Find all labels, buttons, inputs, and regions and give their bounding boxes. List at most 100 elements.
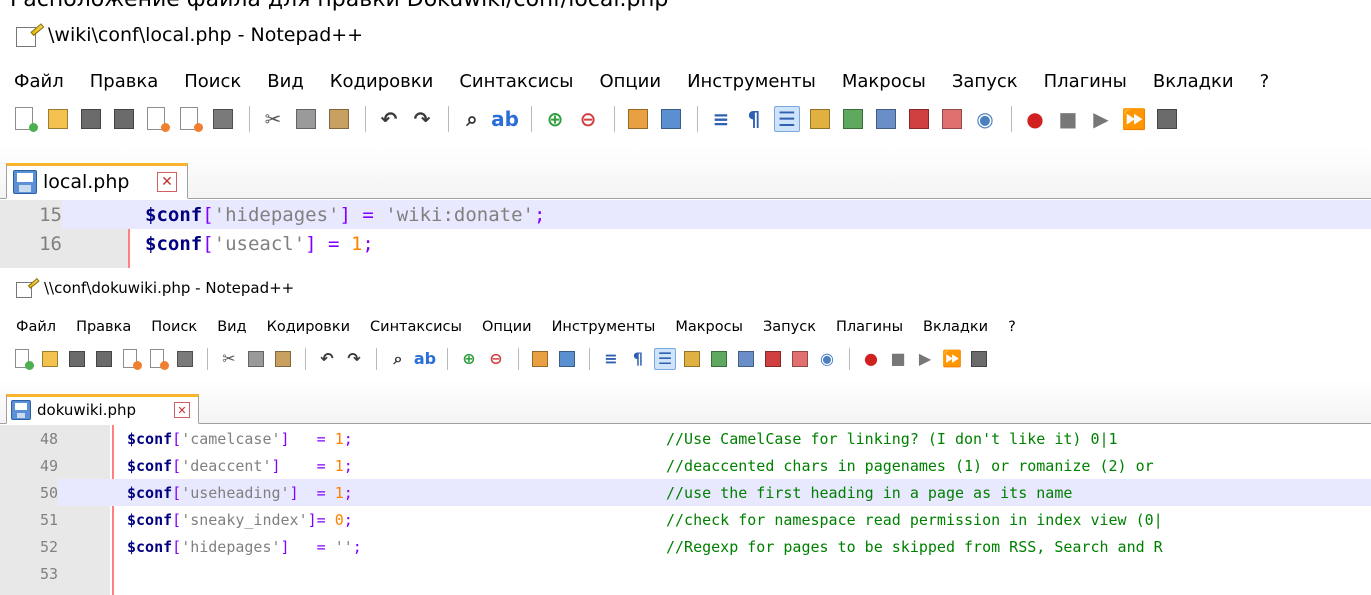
menu-item-3[interactable]: Вид: [267, 71, 330, 92]
print-icon[interactable]: [210, 106, 236, 132]
open-file-icon[interactable]: [39, 348, 61, 370]
indent-guide-icon[interactable]: ☰: [654, 348, 676, 370]
cut-icon[interactable]: ✂: [260, 106, 286, 132]
folder-as-workspace-icon[interactable]: [906, 106, 932, 132]
replace-icon[interactable]: ab: [491, 106, 519, 132]
save-icon[interactable]: [66, 348, 88, 370]
monitoring-icon[interactable]: ◉: [972, 106, 998, 132]
tab-dokuwiki-php[interactable]: dokuwiki.php ✕: [6, 394, 199, 424]
code-line[interactable]: 50 $conf['useheading'] = 1; //use the firs…: [0, 479, 1371, 506]
menu-item-9[interactable]: Запуск: [952, 71, 1044, 92]
function-list-icon[interactable]: [735, 348, 757, 370]
find-icon[interactable]: ⌕: [387, 348, 409, 370]
sync-horizontal-icon[interactable]: [556, 348, 578, 370]
menu-item-7[interactable]: Инструменты: [552, 319, 676, 335]
show-all-chars-icon[interactable]: ¶: [627, 348, 649, 370]
tab-local-php[interactable]: local.php ✕: [6, 163, 188, 199]
menu-item-1[interactable]: Правка: [76, 319, 151, 335]
code-line[interactable]: 48 $conf['camelcase'] = 1; //Use CamelCase…: [0, 425, 1371, 452]
menu-item-7[interactable]: Инструменты: [687, 71, 842, 92]
menu-item-4[interactable]: Кодировки: [267, 319, 370, 335]
record-macro-icon[interactable]: ●: [1022, 106, 1048, 132]
zoom-in-icon[interactable]: ⊕: [458, 348, 480, 370]
menu-item-6[interactable]: Опции: [599, 71, 687, 92]
menu-item-8[interactable]: Макросы: [675, 319, 763, 335]
doc-map-icon[interactable]: [708, 348, 730, 370]
find-icon[interactable]: ⌕: [459, 106, 485, 132]
stop-macro-icon[interactable]: ■: [1055, 106, 1081, 132]
menu-item-5[interactable]: Синтаксисы: [370, 319, 482, 335]
cut-icon[interactable]: ✂: [218, 348, 240, 370]
menu-item-0[interactable]: Файл: [14, 71, 90, 92]
word-wrap-icon[interactable]: ≡: [600, 348, 622, 370]
record-macro-icon[interactable]: ●: [860, 348, 882, 370]
sync-vertical-icon[interactable]: [625, 106, 651, 132]
redo-icon[interactable]: ↷: [343, 348, 365, 370]
run-macro-multiple-icon[interactable]: ⏩: [941, 348, 963, 370]
monitoring-icon[interactable]: ◉: [816, 348, 838, 370]
undo-icon[interactable]: ↶: [316, 348, 338, 370]
menu-item-10[interactable]: Плагины: [836, 319, 923, 335]
menu-item-5[interactable]: Синтаксисы: [459, 71, 599, 92]
close-all-icon[interactable]: [177, 106, 203, 132]
menu-item-2[interactable]: Поиск: [184, 71, 267, 92]
menu-item-12[interactable]: ?: [1260, 71, 1296, 92]
user-language-icon[interactable]: [807, 106, 833, 132]
save-macro-icon[interactable]: [968, 348, 990, 370]
copy-icon[interactable]: [245, 348, 267, 370]
menu-item-11[interactable]: Вкладки: [923, 319, 1008, 335]
menu-item-1[interactable]: Правка: [90, 71, 185, 92]
code-line[interactable]: 16 $conf['useacl'] = 1;: [0, 229, 1371, 258]
doc-map-icon[interactable]: [840, 106, 866, 132]
close-file-icon[interactable]: [120, 348, 142, 370]
menu-item-2[interactable]: Поиск: [151, 319, 217, 335]
stop-macro-icon[interactable]: ■: [887, 348, 909, 370]
play-macro-icon[interactable]: ▶: [914, 348, 936, 370]
folder-as-workspace-icon[interactable]: [762, 348, 784, 370]
paste-icon[interactable]: [272, 348, 294, 370]
menu-item-9[interactable]: Запуск: [763, 319, 836, 335]
folder-icon[interactable]: [939, 106, 965, 132]
code-editor[interactable]: 48 $conf['camelcase'] = 1;//Use CamelCase…: [0, 425, 1371, 595]
zoom-out-icon[interactable]: ⊖: [575, 106, 601, 132]
redo-icon[interactable]: ↷: [409, 106, 435, 132]
word-wrap-icon[interactable]: ≡: [708, 106, 734, 132]
new-file-icon[interactable]: [12, 106, 38, 132]
menu-item-12[interactable]: ?: [1008, 319, 1036, 335]
folder-icon[interactable]: [789, 348, 811, 370]
menu-item-10[interactable]: Плагины: [1044, 71, 1153, 92]
code-line[interactable]: 49 $conf['deaccent'] = 1; //deaccented cha…: [0, 452, 1371, 479]
code-line[interactable]: 52 $conf['hidepages'] = ''; //Regexp for p…: [0, 533, 1371, 560]
close-file-icon[interactable]: [144, 106, 170, 132]
close-tab-icon[interactable]: ✕: [174, 402, 190, 418]
code-line[interactable]: 15 $conf['hidepages'] = 'wiki:donate';: [0, 200, 1371, 229]
menu-item-6[interactable]: Опции: [482, 319, 552, 335]
code-line[interactable]: 51 $conf['sneaky_index']= 0; //check for n…: [0, 506, 1371, 533]
replace-icon[interactable]: ab: [414, 348, 436, 370]
close-all-icon[interactable]: [147, 348, 169, 370]
save-icon[interactable]: [78, 106, 104, 132]
play-macro-icon[interactable]: ▶: [1088, 106, 1114, 132]
menu-item-4[interactable]: Кодировки: [330, 71, 460, 92]
function-list-icon[interactable]: [873, 106, 899, 132]
save-macro-icon[interactable]: [1154, 106, 1180, 132]
show-all-chars-icon[interactable]: ¶: [741, 106, 767, 132]
code-line[interactable]: 53: [0, 560, 1371, 587]
menu-item-3[interactable]: Вид: [217, 319, 266, 335]
indent-guide-icon[interactable]: ☰: [774, 106, 800, 132]
undo-icon[interactable]: ↶: [376, 106, 402, 132]
save-all-icon[interactable]: [111, 106, 137, 132]
open-file-icon[interactable]: [45, 106, 71, 132]
sync-horizontal-icon[interactable]: [658, 106, 684, 132]
run-macro-multiple-icon[interactable]: ⏩: [1121, 106, 1147, 132]
copy-icon[interactable]: [293, 106, 319, 132]
sync-vertical-icon[interactable]: [529, 348, 551, 370]
new-file-icon[interactable]: [12, 348, 34, 370]
menu-item-11[interactable]: Вкладки: [1153, 71, 1260, 92]
zoom-out-icon[interactable]: ⊖: [485, 348, 507, 370]
code-editor[interactable]: 15 $conf['hidepages'] = 'wiki:donate'; 16 $…: [0, 200, 1371, 268]
zoom-in-icon[interactable]: ⊕: [542, 106, 568, 132]
user-language-icon[interactable]: [681, 348, 703, 370]
menu-item-0[interactable]: Файл: [16, 319, 76, 335]
close-tab-icon[interactable]: ✕: [157, 172, 177, 192]
